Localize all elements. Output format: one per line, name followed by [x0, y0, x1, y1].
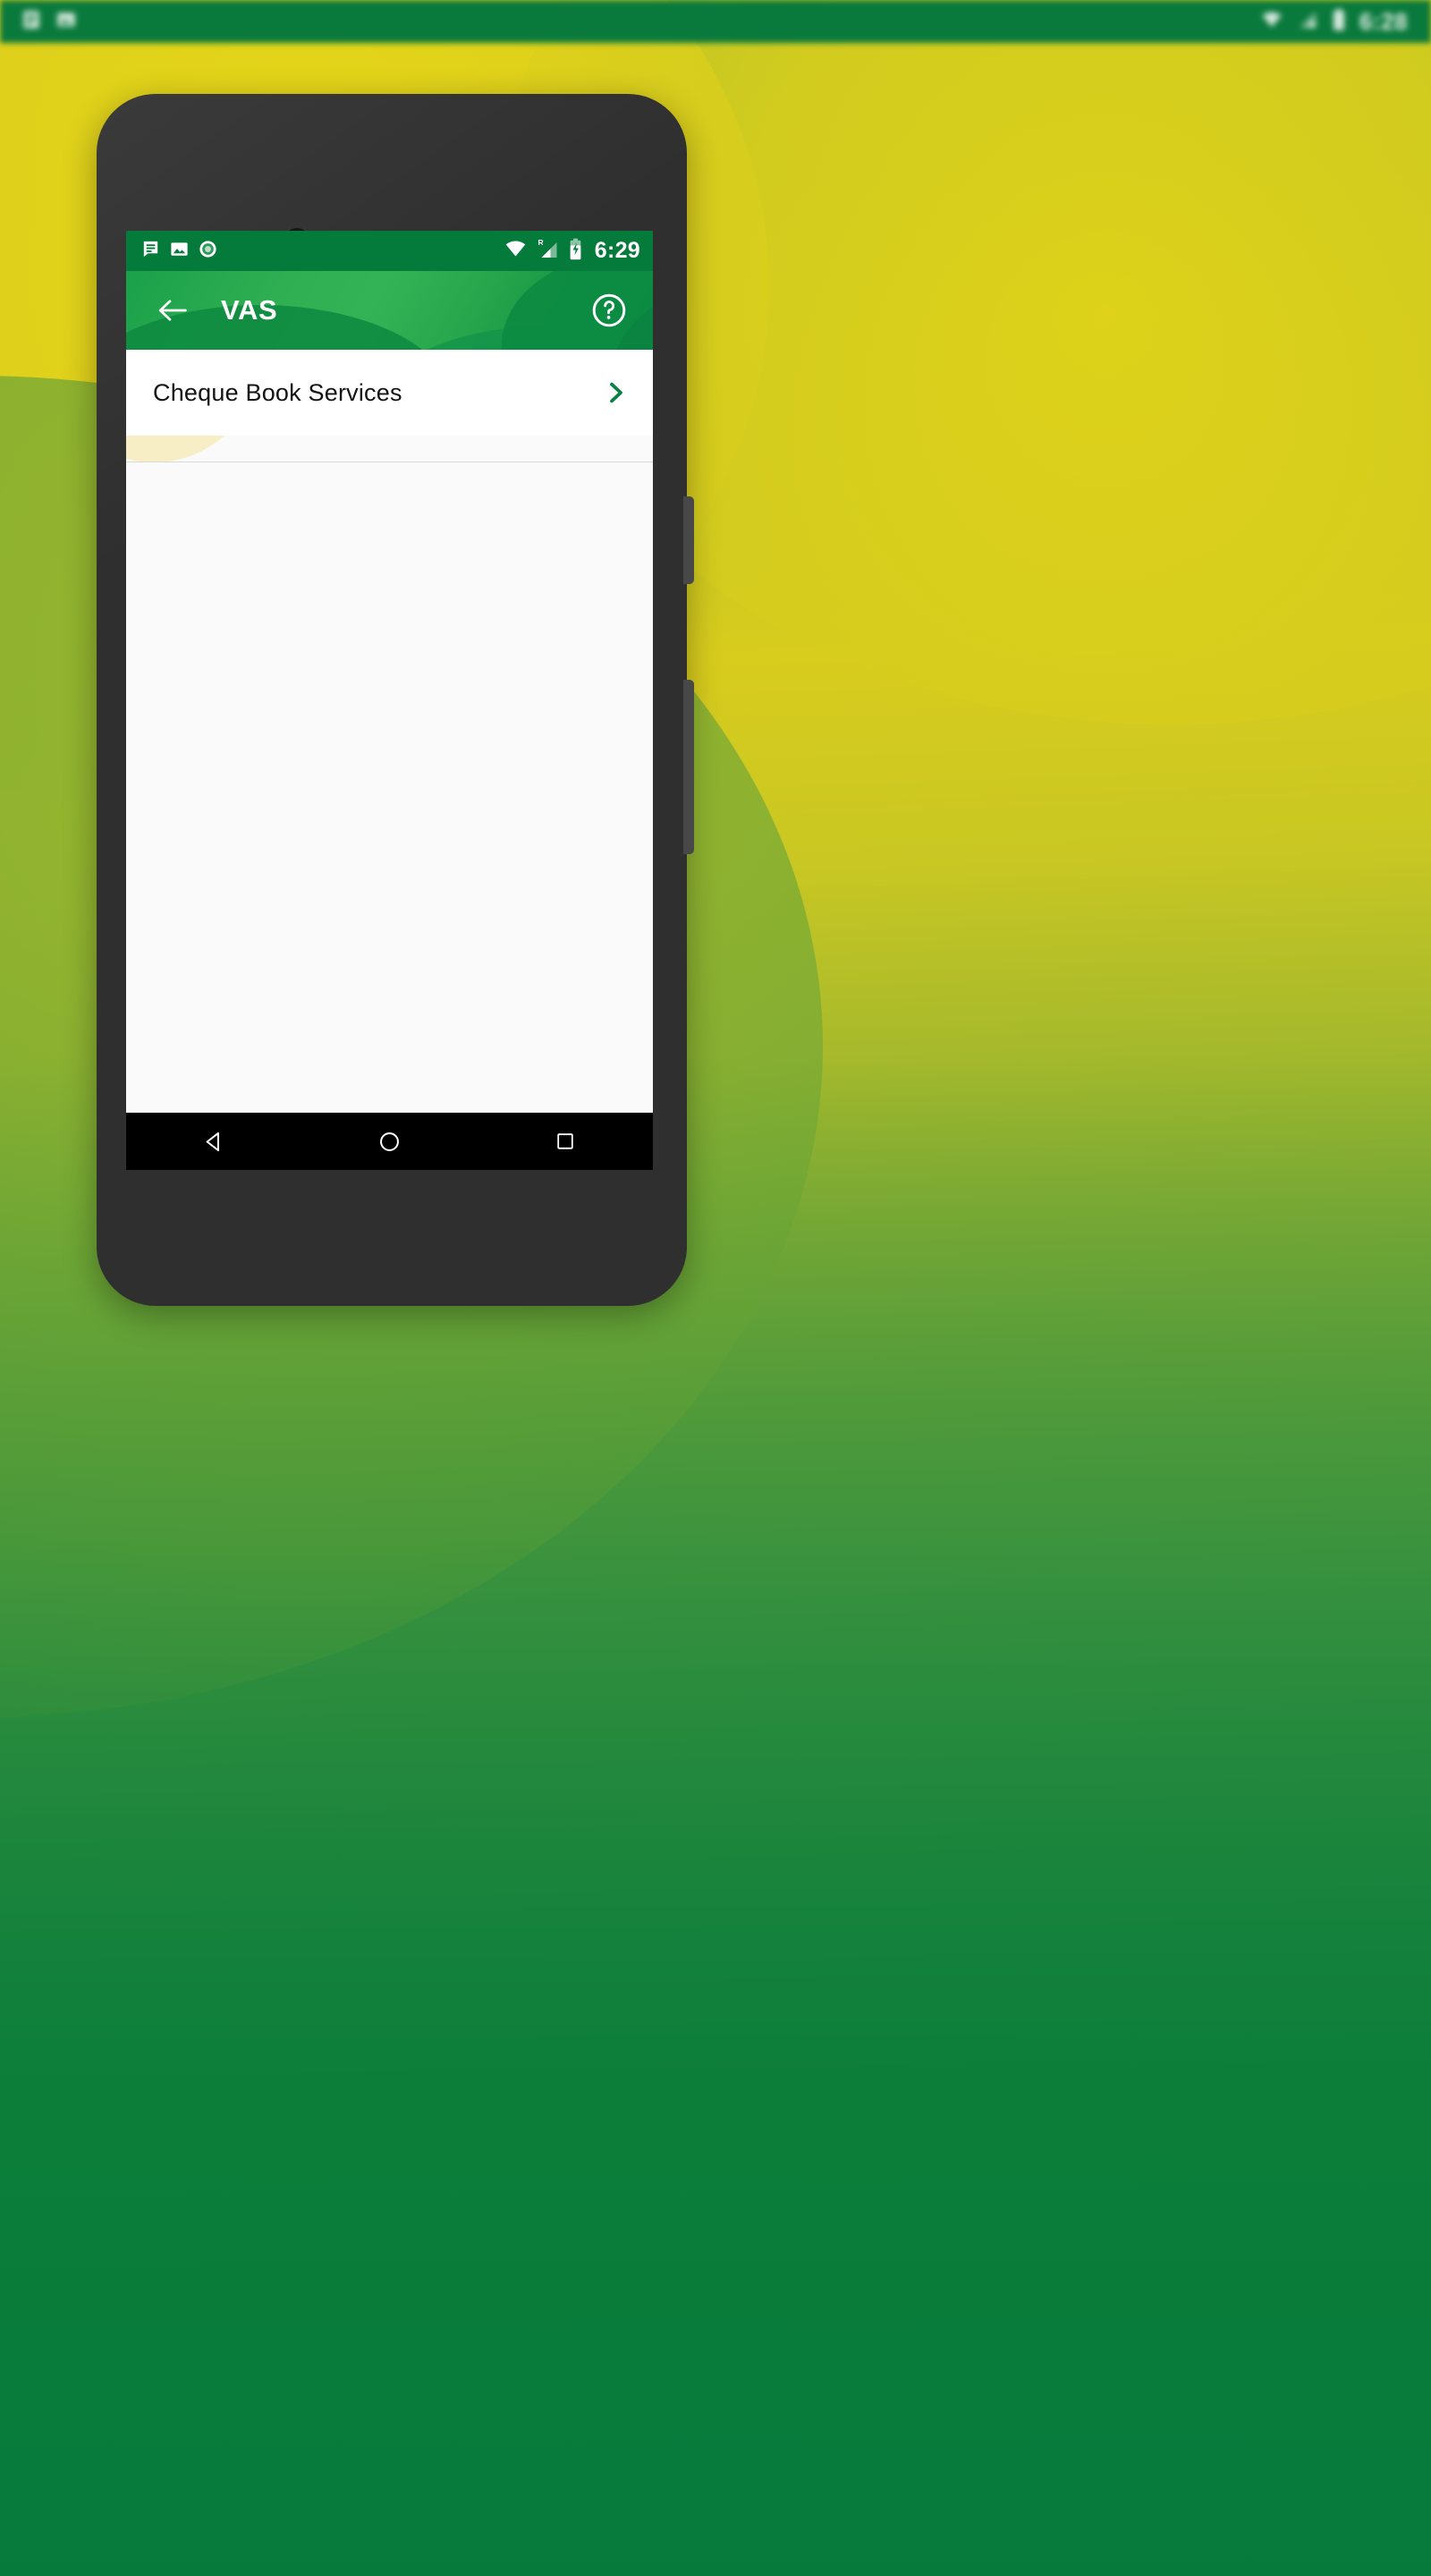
host-status-bar-left [20, 8, 78, 36]
image-icon [169, 239, 190, 264]
battery-charging-icon [568, 238, 583, 265]
wifi-icon [1259, 9, 1284, 35]
app-content: Cheque Book Services [126, 350, 653, 1170]
empty-content-area [126, 462, 653, 1169]
host-status-bar-right: 6:28 [1259, 8, 1408, 36]
message-icon [140, 239, 161, 264]
phone-screen: R 6:29 VAS Cheque Book Services [126, 231, 653, 1170]
volume-button[interactable] [683, 680, 694, 854]
status-bar-clock: 6:29 [594, 238, 640, 263]
list-item[interactable]: Cheque Book Services [126, 350, 653, 436]
power-button[interactable] [683, 496, 694, 584]
status-bar-notification-icons [140, 239, 218, 264]
host-status-bar: 6:28 [0, 0, 1431, 43]
page-title: VAS [221, 294, 278, 326]
nav-home-circle-icon[interactable] [360, 1113, 418, 1170]
status-bar-system-icons: R 6:29 [504, 238, 640, 265]
chevron-right-icon [605, 379, 628, 406]
app-toolbar: VAS [126, 271, 653, 350]
cellular-signal-icon [1297, 9, 1318, 35]
nav-back-triangle-icon[interactable] [185, 1113, 242, 1170]
app-status-bar: R 6:29 [126, 231, 653, 271]
messages-icon [20, 8, 43, 36]
battery-icon [1331, 8, 1347, 36]
help-icon[interactable] [588, 290, 630, 331]
svg-text:R: R [538, 238, 543, 247]
phone-device-frame: R 6:29 VAS Cheque Book Services [97, 94, 694, 1306]
android-navigation-bar [126, 1113, 653, 1170]
roaming-signal-icon: R [536, 238, 560, 264]
back-arrow-icon[interactable] [153, 291, 192, 330]
record-circle-icon [198, 239, 218, 264]
gallery-icon [55, 8, 78, 36]
list-item-label: Cheque Book Services [153, 378, 402, 406]
host-clock: 6:28 [1359, 7, 1408, 35]
wifi-icon [504, 239, 528, 263]
nav-recents-square-icon[interactable] [537, 1113, 594, 1170]
toolbar-wave-decor-3 [502, 271, 653, 350]
